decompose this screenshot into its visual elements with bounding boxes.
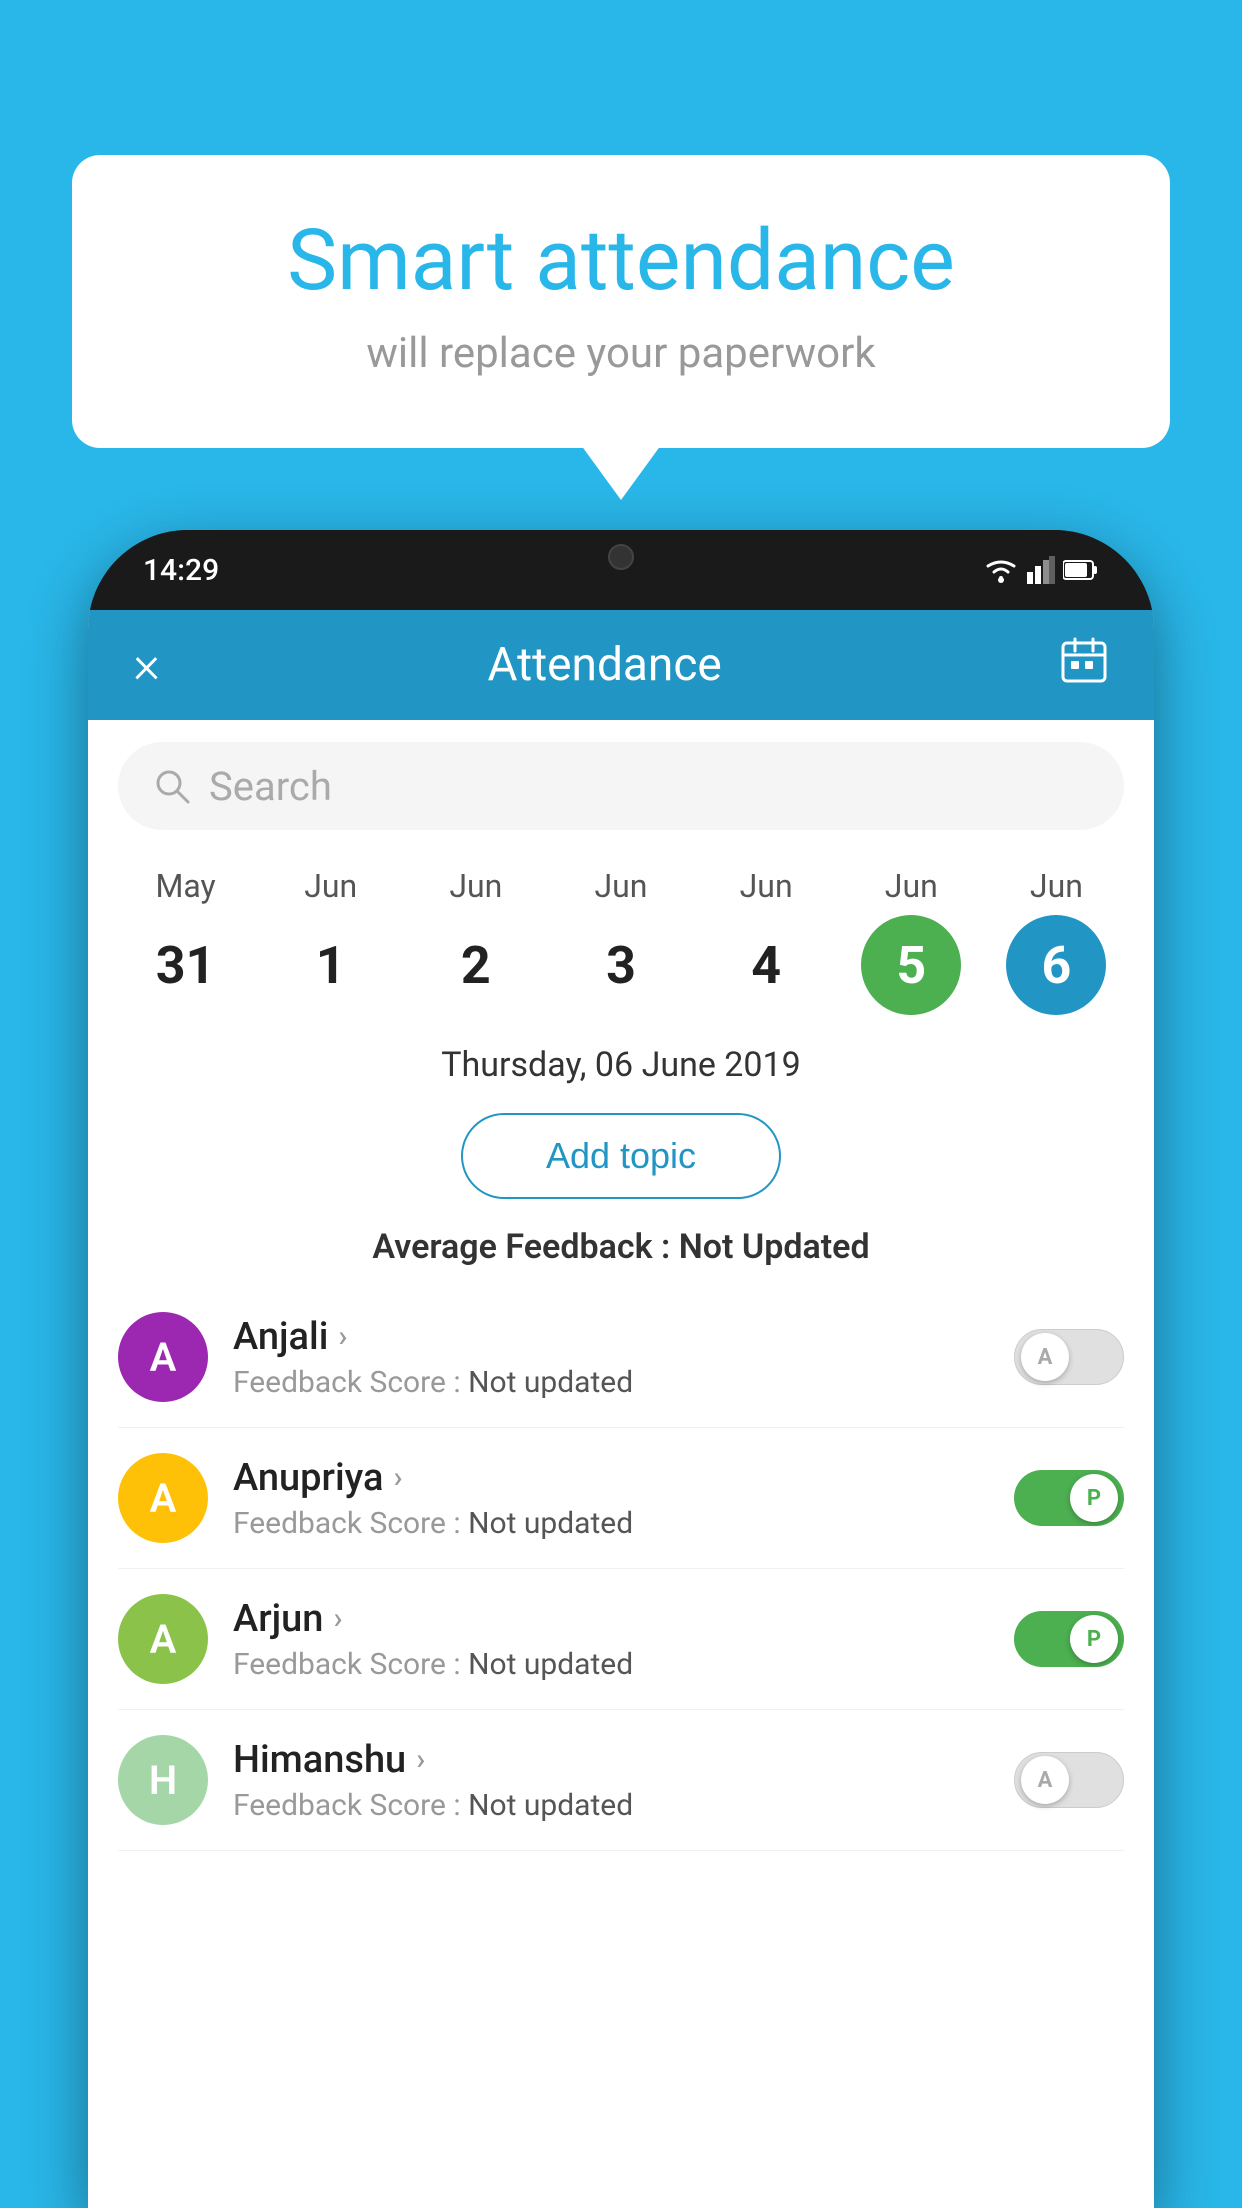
toggle-knob: P xyxy=(1070,1474,1118,1522)
student-item[interactable]: H Himanshu › Feedback Score : Not updated A xyxy=(118,1710,1124,1851)
date-month: Jun xyxy=(304,867,357,905)
toggle-knob: A xyxy=(1021,1756,1069,1804)
student-name: Arjun › xyxy=(233,1597,989,1641)
student-name: Anjali › xyxy=(233,1315,989,1359)
search-icon xyxy=(153,767,191,805)
add-topic-button[interactable]: Add topic xyxy=(461,1113,781,1199)
toggle-switch[interactable]: P xyxy=(1014,1470,1124,1526)
calendar-icon xyxy=(1059,635,1109,685)
date-col[interactable]: May 31 xyxy=(126,867,246,1015)
status-time: 14:29 xyxy=(143,553,219,588)
bubble-subtitle: will replace your paperwork xyxy=(142,329,1100,378)
date-month: Jun xyxy=(1030,867,1083,905)
toggle-switch[interactable]: A xyxy=(1014,1752,1124,1808)
chevron-right-icon: › xyxy=(338,1319,347,1354)
avg-feedback-value: Not Updated xyxy=(679,1227,870,1267)
date-number[interactable]: 1 xyxy=(281,915,381,1015)
calendar-button[interactable] xyxy=(1059,635,1109,696)
attendance-toggle[interactable]: A xyxy=(1014,1329,1124,1385)
phone-frame: 14:29 xyxy=(88,530,1154,2208)
app-header: × Attendance xyxy=(88,610,1154,720)
student-avatar: H xyxy=(118,1735,208,1825)
student-list: AAnjali ›Feedback Score : Not updatedAAA… xyxy=(88,1287,1154,1851)
student-item[interactable]: A Arjun › Feedback Score : Not updated P xyxy=(118,1569,1124,1710)
battery-icon xyxy=(1063,559,1099,581)
avg-feedback-label: Average Feedback : xyxy=(372,1227,678,1267)
app-screen: × Attendance Search xyxy=(88,610,1154,2208)
toggle-switch[interactable]: A xyxy=(1014,1329,1124,1385)
selected-date-info: Thursday, 06 June 2019 xyxy=(88,1025,1154,1095)
date-number[interactable]: 6 xyxy=(1006,915,1106,1015)
date-number[interactable]: 5 xyxy=(861,915,961,1015)
signal-icon xyxy=(1027,556,1055,584)
date-month: Jun xyxy=(885,867,938,905)
student-avatar: A xyxy=(118,1453,208,1543)
student-item[interactable]: A Anupriya › Feedback Score : Not updated P xyxy=(118,1428,1124,1569)
chevron-right-icon: › xyxy=(333,1601,342,1636)
signal-icons xyxy=(983,556,1099,584)
date-number[interactable]: 4 xyxy=(716,915,816,1015)
toggle-knob: P xyxy=(1070,1615,1118,1663)
toggle-switch[interactable]: P xyxy=(1014,1611,1124,1667)
status-bar: 14:29 xyxy=(88,530,1154,610)
date-col[interactable]: Jun 4 xyxy=(706,867,826,1015)
student-feedback: Feedback Score : Not updated xyxy=(233,1647,989,1682)
notch xyxy=(541,530,701,585)
student-info: Arjun › Feedback Score : Not updated xyxy=(233,1597,989,1682)
date-col[interactable]: Jun 5 xyxy=(851,867,971,1015)
date-number[interactable]: 2 xyxy=(426,915,526,1015)
toggle-knob: A xyxy=(1021,1333,1069,1381)
date-month: May xyxy=(155,867,215,905)
date-number[interactable]: 31 xyxy=(136,915,236,1015)
student-name: Anupriya › xyxy=(233,1456,989,1500)
student-item[interactable]: A Anjali › Feedback Score : Not updated A xyxy=(118,1287,1124,1428)
date-col[interactable]: Jun 3 xyxy=(561,867,681,1015)
wifi-icon xyxy=(983,556,1019,584)
header-title: Attendance xyxy=(160,638,1049,692)
date-number[interactable]: 3 xyxy=(571,915,671,1015)
student-info: Himanshu › Feedback Score : Not updated xyxy=(233,1738,989,1823)
search-bar[interactable]: Search xyxy=(118,742,1124,830)
date-month: Jun xyxy=(449,867,502,905)
date-month: Jun xyxy=(740,867,793,905)
student-avatar: A xyxy=(118,1594,208,1684)
student-info: Anupriya › Feedback Score : Not updated xyxy=(233,1456,989,1541)
attendance-toggle[interactable]: P xyxy=(1014,1470,1124,1526)
search-placeholder: Search xyxy=(209,763,332,810)
student-feedback: Feedback Score : Not updated xyxy=(233,1506,989,1541)
student-info: Anjali › Feedback Score : Not updated xyxy=(233,1315,989,1400)
avg-feedback: Average Feedback : Not Updated xyxy=(88,1217,1154,1287)
front-camera xyxy=(608,544,634,570)
calendar-strip: May 31 Jun 1 Jun 2 Jun 3 Jun 4 Jun 5 Jun 6 xyxy=(88,852,1154,1025)
date-month: Jun xyxy=(595,867,648,905)
date-col[interactable]: Jun 2 xyxy=(416,867,536,1015)
attendance-toggle[interactable]: P xyxy=(1014,1611,1124,1667)
attendance-toggle[interactable]: A xyxy=(1014,1752,1124,1808)
speech-bubble-container: Smart attendance will replace your paper… xyxy=(72,155,1170,448)
student-feedback: Feedback Score : Not updated xyxy=(233,1788,989,1823)
chevron-right-icon: › xyxy=(416,1742,425,1777)
date-col[interactable]: Jun 1 xyxy=(271,867,391,1015)
date-col[interactable]: Jun 6 xyxy=(996,867,1116,1015)
student-name: Himanshu › xyxy=(233,1738,989,1782)
bubble-title: Smart attendance xyxy=(142,215,1100,307)
chevron-right-icon: › xyxy=(393,1460,402,1495)
close-button[interactable]: × xyxy=(133,639,160,691)
speech-bubble: Smart attendance will replace your paper… xyxy=(72,155,1170,448)
student-avatar: A xyxy=(118,1312,208,1402)
student-feedback: Feedback Score : Not updated xyxy=(233,1365,989,1400)
